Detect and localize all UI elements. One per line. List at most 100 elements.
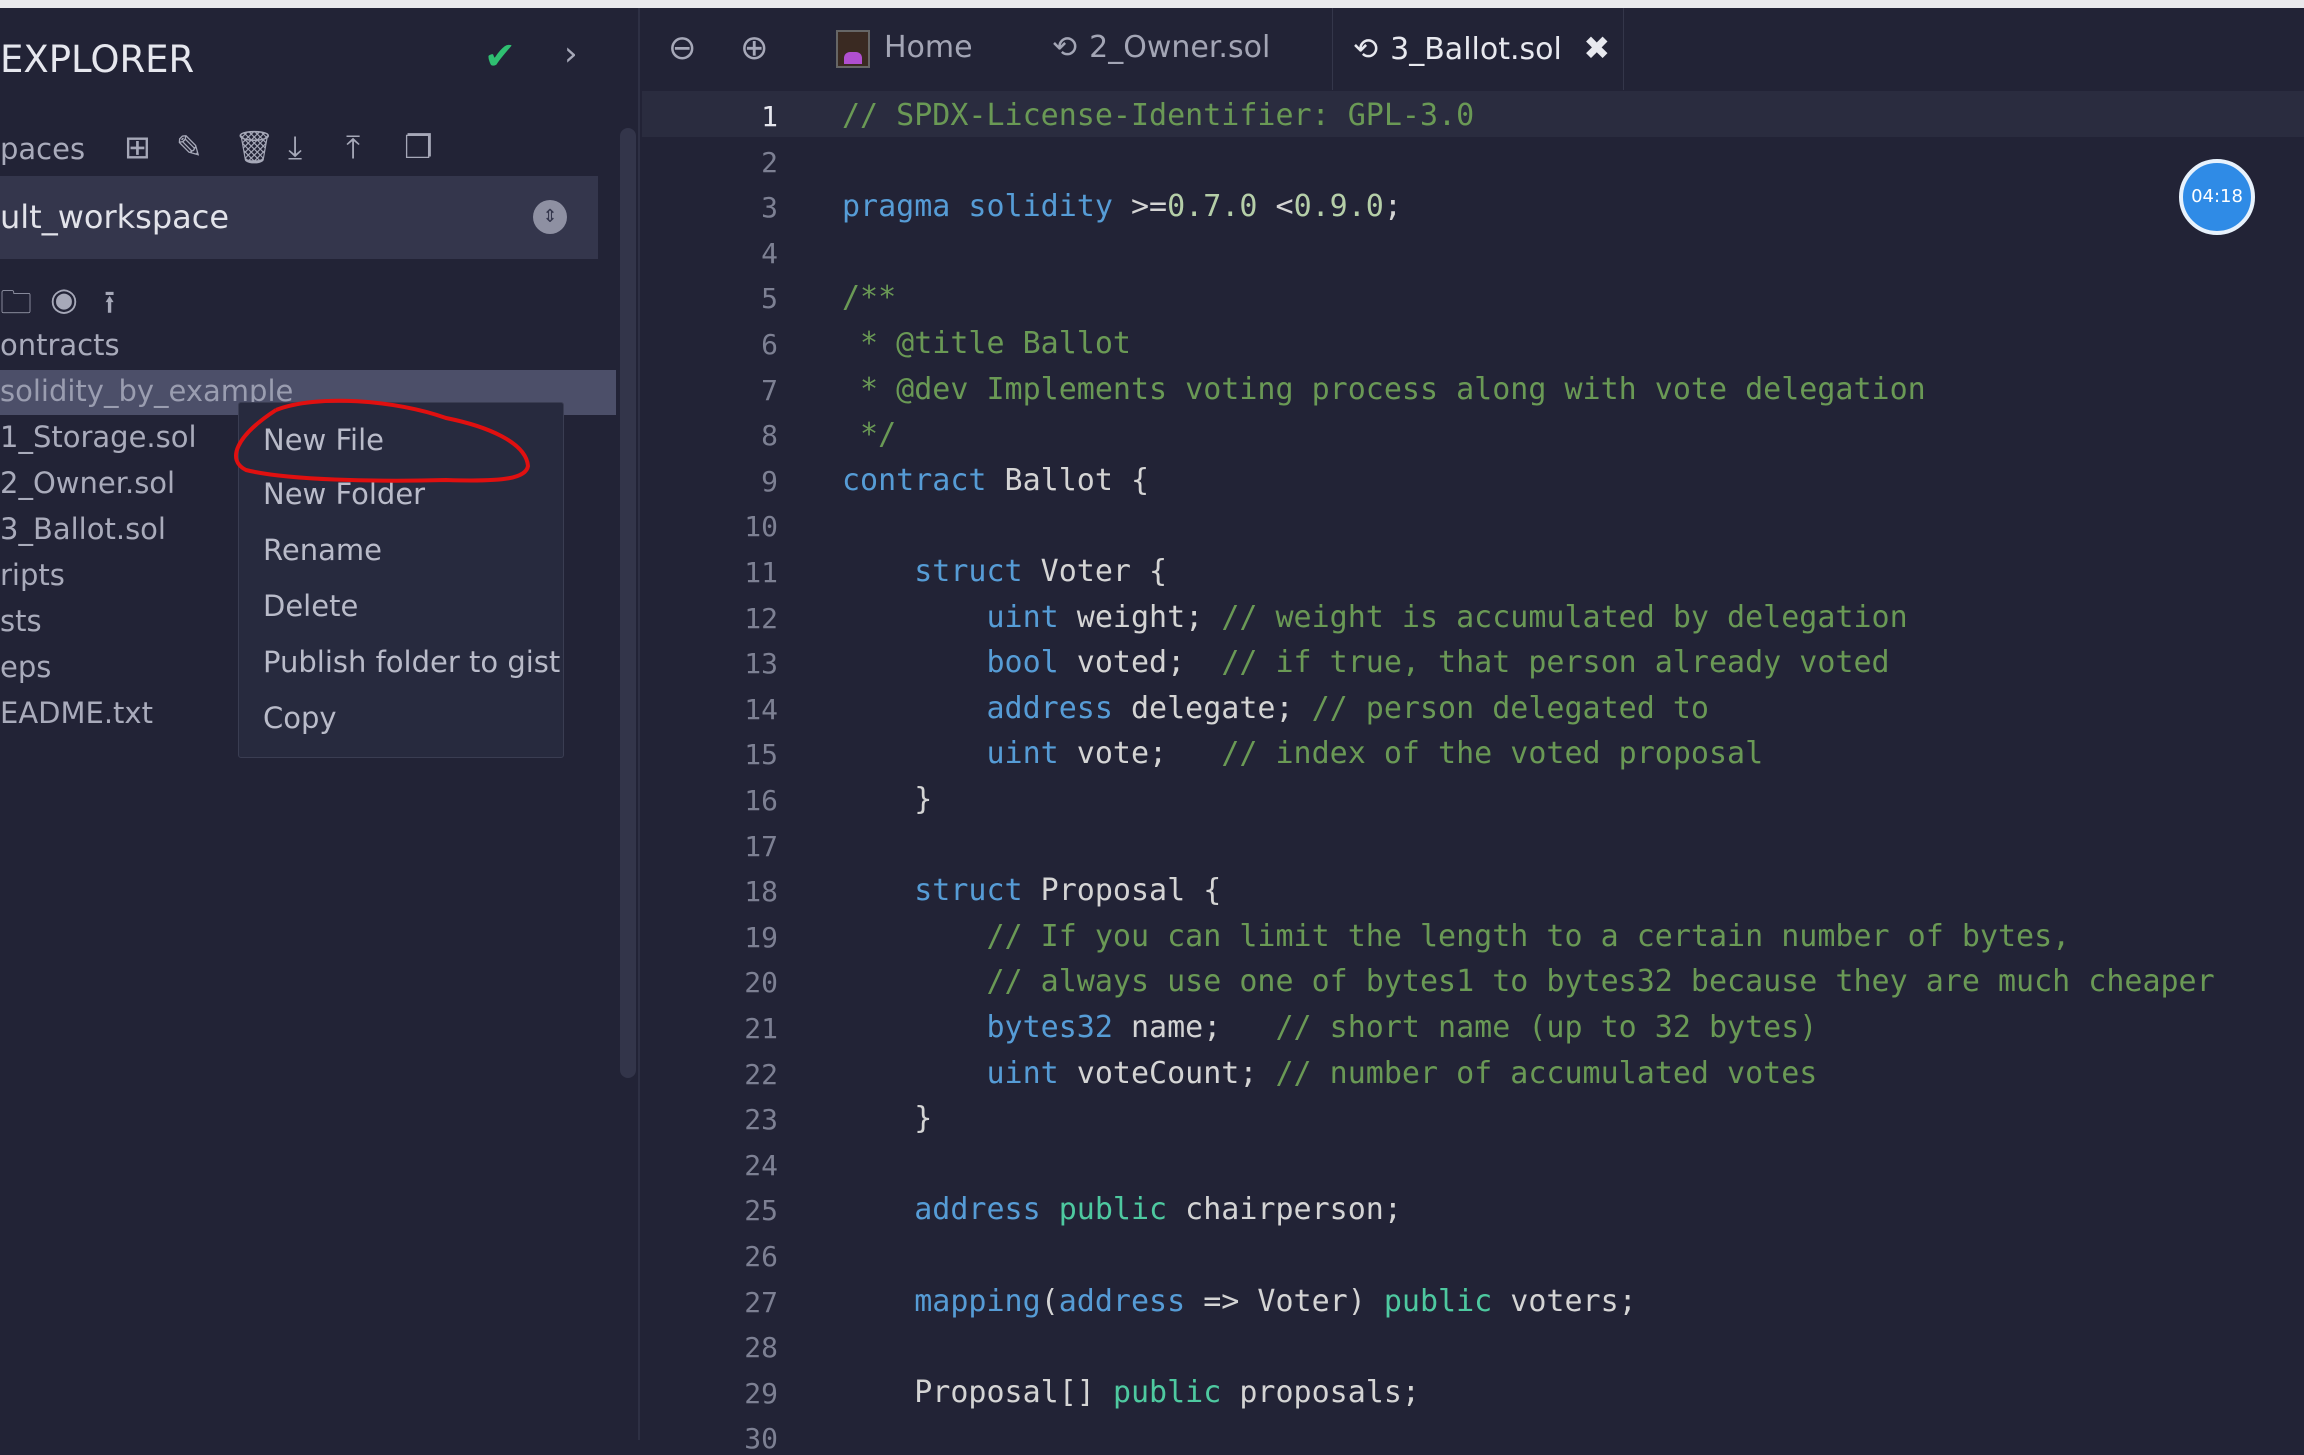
folder-icon[interactable]: 🗀 (0, 280, 32, 334)
code-token: /** (842, 280, 897, 316)
line-number: 1 (761, 100, 778, 133)
code-line[interactable]: address delegate; // person delegated to (842, 691, 1709, 726)
code-line[interactable]: Proposal[] public proposals; (842, 1375, 1420, 1410)
menu-item-delete[interactable]: Delete (263, 589, 358, 623)
line-number: 16 (744, 784, 778, 817)
tree-item-file[interactable]: EADME.txt (0, 696, 153, 730)
code-token: voters; (1492, 1283, 1637, 1319)
editor-tab-bar: ⊖ ⊕ Home ⟲ 2_Owner.sol ⟲ 3_Ballot.sol ✖ (642, 8, 2304, 90)
tree-item-file[interactable]: 2_Owner.sol (0, 466, 175, 500)
line-number: 7 (761, 373, 778, 407)
code-token: => Voter) (1185, 1283, 1384, 1319)
tree-item-folder[interactable]: ripts (0, 558, 65, 592)
code-line[interactable]: struct Proposal { (842, 873, 1221, 908)
line-number: 11 (744, 556, 778, 589)
restore-workspace-icon[interactable]: ⤒ (346, 128, 360, 167)
code-line[interactable]: bool voted; // if true, that person alre… (842, 645, 1890, 680)
tree-item-file[interactable]: 1_Storage.sol (0, 420, 197, 454)
code-token: uint (986, 1055, 1059, 1091)
tree-item-folder[interactable]: eps (0, 650, 51, 684)
code-token: * @title Ballot (842, 326, 1131, 361)
code-line[interactable]: contract Ballot { (842, 463, 1149, 498)
chevron-right-icon[interactable]: › (564, 34, 578, 74)
code-token: mapping (914, 1283, 1041, 1319)
rename-workspace-icon[interactable]: ✎ (176, 128, 203, 166)
sidebar-scrollbar[interactable] (620, 128, 636, 1078)
upload-icon[interactable]: ⭱ (104, 280, 115, 334)
tab-label: 3_Ballot.sol (1390, 32, 1562, 67)
code-line[interactable]: struct Voter { (842, 554, 1167, 589)
solidity-file-icon: ⟲ (1353, 32, 1379, 67)
code-line[interactable]: /** (842, 280, 896, 315)
code-editor[interactable]: 1 // SPDX-License-Identifier: GPL-3.0 2 3 pr… (642, 90, 2304, 1455)
line-number: 29 (744, 1376, 778, 1410)
line-number: 2 (761, 145, 778, 179)
code-line[interactable]: * @dev Implements voting process along w… (842, 372, 1926, 407)
close-tab-icon[interactable]: ✖ (1583, 29, 1610, 67)
tab-3-ballot[interactable]: ⟲ 3_Ballot.sol ✖ (1332, 8, 1624, 90)
code-token: } (842, 782, 933, 817)
browser-top-bar (0, 0, 2304, 8)
code-token: 0.7.0 (1167, 189, 1258, 225)
tree-item-folder[interactable]: sts (0, 604, 42, 638)
code-line[interactable]: } (842, 1101, 932, 1136)
delete-workspace-icon[interactable]: 🗑 (234, 128, 275, 166)
code-line[interactable]: */ (842, 417, 896, 452)
clone-workspace-icon[interactable]: ❐ (404, 128, 433, 166)
create-workspace-icon[interactable]: ⊞ (124, 128, 151, 166)
tab-label: 2_Owner.sol (1089, 30, 1271, 65)
zoom-out-icon[interactable]: ⊖ (668, 28, 697, 68)
code-token: // person delegated to (1311, 690, 1709, 726)
code-token: bool (986, 645, 1059, 681)
menu-item-rename[interactable]: Rename (263, 533, 382, 567)
code-line[interactable]: * @title Ballot (842, 326, 1131, 361)
workspace-select[interactable]: ult_workspace ⇕ (0, 176, 598, 259)
code-token: address (914, 1192, 1041, 1228)
github-icon[interactable]: ◉ (50, 280, 78, 318)
code-line[interactable]: // If you can limit the length to a cert… (842, 919, 2071, 954)
menu-item-copy[interactable]: Copy (263, 701, 337, 735)
tab-2-owner[interactable]: ⟲ 2_Owner.sol (1052, 8, 1270, 90)
line-number: 5 (761, 282, 778, 316)
code-line[interactable]: uint voteCount; // number of accumulated… (842, 1055, 1818, 1091)
code-token: // number of accumulated votes (1275, 1055, 1818, 1091)
code-token: proposals; (1221, 1374, 1420, 1410)
zoom-in-icon[interactable]: ⊕ (740, 28, 769, 68)
code-token: public (1383, 1283, 1493, 1319)
code-token: bytes32 (986, 1010, 1113, 1045)
code-token: */ (842, 417, 897, 453)
code-token: Proposal[] (842, 1374, 1113, 1410)
tree-item-folder[interactable]: ontracts (0, 328, 120, 362)
code-line[interactable]: pragma solidity >=0.7.0 <0.9.0; (842, 189, 1402, 224)
code-line[interactable]: bytes32 name; // short name (up to 32 by… (842, 1010, 1818, 1045)
code-token: address (1058, 1283, 1186, 1319)
tree-item-file[interactable]: 3_Ballot.sol (0, 512, 166, 546)
line-number: 23 (744, 1103, 778, 1137)
code-token: pragma solidity (842, 189, 1113, 225)
tab-home[interactable]: Home (828, 8, 973, 90)
file-explorer-panel: EXPLORER ✔ › paces ⊞ ✎ 🗑 ⤓ ⤒ ❐ ult_works… (0, 8, 640, 1440)
code-line[interactable]: mapping(address => Voter) public voters; (842, 1284, 1637, 1319)
code-line[interactable]: address public chairperson; (842, 1192, 1402, 1227)
workspaces-label: paces (0, 132, 86, 166)
line-number: 24 (744, 1148, 778, 1182)
code-token: name; (1112, 1010, 1276, 1045)
download-workspace-icon[interactable]: ⤓ (288, 128, 302, 167)
code-token: weight; (1058, 599, 1222, 635)
code-line[interactable]: uint vote; // index of the voted proposa… (842, 736, 1764, 771)
code-line[interactable]: uint weight; // weight is accumulated by… (842, 600, 1908, 635)
code-line[interactable]: } (842, 782, 932, 817)
code-line[interactable]: // always use one of bytes1 to bytes32 b… (842, 964, 2215, 999)
code-token: // SPDX-License-Identifier: GPL-3.0 (842, 98, 1475, 133)
code-token: // always use one of bytes1 to bytes32 b… (986, 964, 2215, 1000)
code-line[interactable]: // SPDX-License-Identifier: GPL-3.0 (842, 98, 1474, 133)
line-number: 27 (744, 1285, 778, 1319)
code-token: uint (986, 599, 1059, 635)
menu-item-publish-gist[interactable]: Publish folder to gist (263, 645, 560, 679)
line-number: 30 (744, 1422, 778, 1455)
